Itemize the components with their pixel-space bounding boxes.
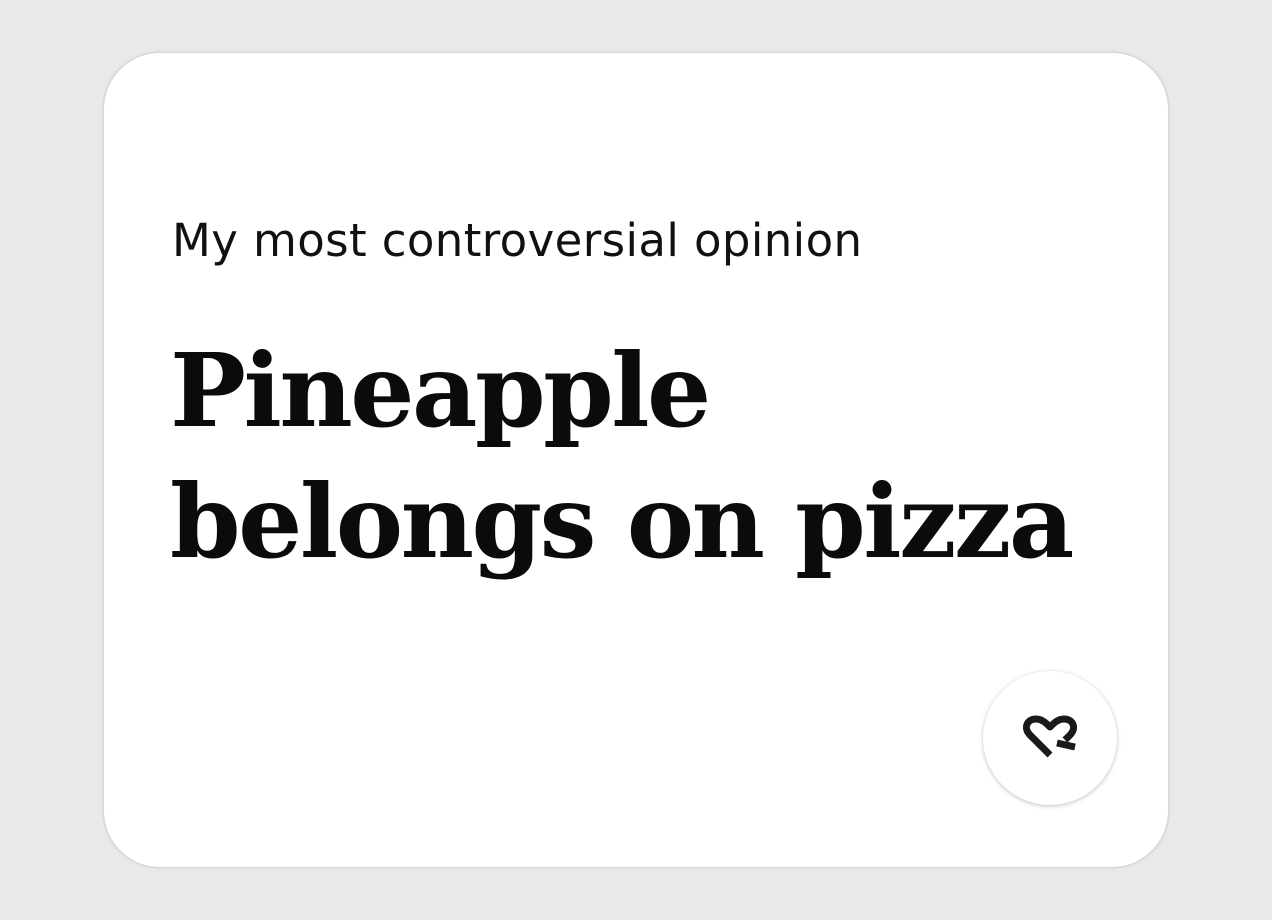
page: My most controversial opinion Pineapple …	[0, 0, 1272, 920]
prompt-label: My most controversial opinion	[172, 214, 863, 267]
like-button[interactable]	[983, 671, 1117, 805]
heart-icon	[1022, 715, 1078, 758]
prompt-card: My most controversial opinion Pineapple …	[104, 53, 1168, 867]
prompt-answer: Pineapple belongs on pizza	[170, 331, 1074, 581]
